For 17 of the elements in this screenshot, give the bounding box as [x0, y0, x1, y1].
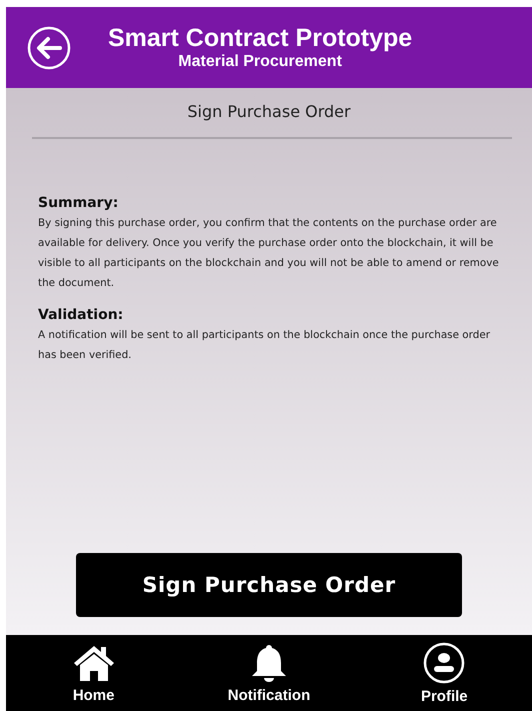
- section-text: A notification will be sent to all participants on the blockchain once the purchase order has been verified.: [38, 328, 492, 363]
- nav-label: Home: [72, 686, 114, 704]
- bell-icon: [250, 642, 287, 682]
- section-heading: Summary:: [38, 195, 120, 211]
- app-title: Smart Contract Prototype: [108, 24, 412, 53]
- app-subtitle: Material Procurement: [178, 53, 342, 71]
- nav-item[interactable]: Notification: [204, 642, 334, 704]
- profile-icon: [423, 642, 466, 684]
- nav-label: Profile: [420, 688, 468, 704]
- nav-item[interactable]: Home: [28, 642, 159, 704]
- section-heading: Validation:: [38, 307, 124, 323]
- section-text: By signing this purchase order, you confirm that the contents on the purchase order are available for delivery. Once you verify the purchase order onto the blockchain, it will be visible to all participants on the blockchain and you will not be able to amend or remove the document.: [38, 216, 500, 291]
- back-button[interactable]: [26, 24, 72, 70]
- page-title: Sign Purchase Order: [186, 101, 352, 123]
- nav-label: Notification: [228, 686, 310, 704]
- nav-item[interactable]: Profile: [379, 642, 510, 704]
- sign-button[interactable]: Sign Purchase Order: [76, 553, 462, 617]
